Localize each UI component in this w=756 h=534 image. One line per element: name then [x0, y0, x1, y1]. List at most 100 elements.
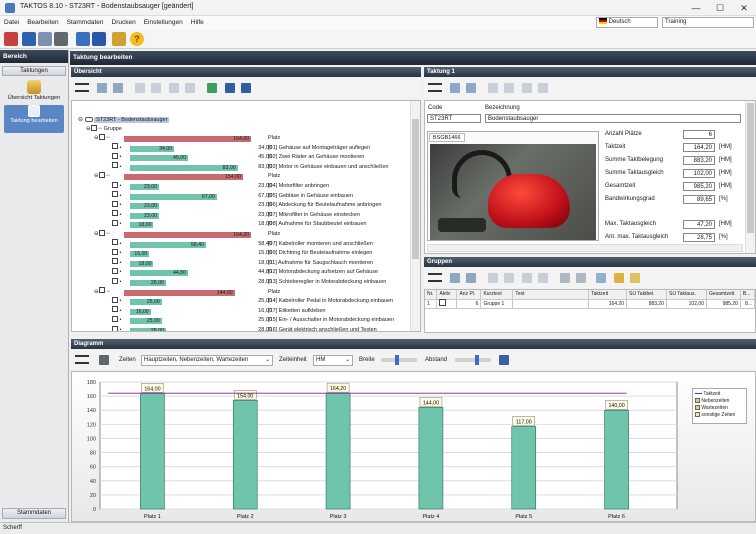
- column-header[interactable]: SU Taktbel.: [626, 290, 667, 300]
- tree-scrollbar[interactable]: [410, 101, 420, 331]
- grid-icon[interactable]: [596, 273, 606, 283]
- new-icon[interactable]: [4, 32, 18, 46]
- outdent-icon[interactable]: [504, 273, 514, 283]
- paste-icon[interactable]: [576, 273, 586, 283]
- table-cell[interactable]: 164,20: [588, 299, 628, 309]
- checkbox[interactable]: [112, 210, 118, 217]
- sidebar-item-edit[interactable]: Taktung bearbeiten: [4, 105, 64, 133]
- column-header[interactable]: Text: [512, 290, 590, 300]
- close-button[interactable]: ✕: [732, 0, 756, 16]
- column-header[interactable]: Gesamtzeit: [706, 290, 741, 300]
- table-icon[interactable]: [614, 273, 624, 283]
- table-cell[interactable]: 8...: [740, 299, 755, 309]
- table-cell[interactable]: 985,20: [706, 299, 741, 309]
- checkbox[interactable]: [112, 296, 118, 303]
- checkbox[interactable]: [98, 229, 105, 236]
- minimize-button[interactable]: —: [684, 0, 708, 16]
- sidebar-item-overview[interactable]: Übersicht Taktungen: [0, 95, 68, 101]
- image-tab[interactable]: BSGB1466: [429, 133, 465, 142]
- checkbox[interactable]: [112, 152, 118, 159]
- move-up-icon[interactable]: [97, 83, 107, 93]
- column-header[interactable]: Taktzeit: [588, 290, 628, 300]
- language-select[interactable]: Deutsch: [596, 17, 658, 28]
- open-icon[interactable]: [38, 32, 52, 46]
- outdent-icon[interactable]: [504, 83, 514, 93]
- checkbox[interactable]: [112, 181, 118, 188]
- zeiteinheit-select[interactable]: HM ⌄: [313, 355, 353, 366]
- checkbox[interactable]: [112, 277, 118, 284]
- details-hscrollbar[interactable]: [427, 244, 743, 252]
- menu-icon[interactable]: [75, 83, 89, 92]
- copy-icon[interactable]: [560, 273, 570, 283]
- column-header[interactable]: Anz Pl.: [456, 290, 482, 300]
- table-cell[interactable]: 102,00: [666, 299, 707, 309]
- checkbox[interactable]: [112, 143, 118, 150]
- columns-icon[interactable]: [630, 273, 640, 283]
- checkbox[interactable]: [112, 315, 118, 322]
- details-vscrollbar[interactable]: [745, 101, 755, 253]
- profile-select[interactable]: Training: [662, 17, 754, 28]
- menu-stammdaten[interactable]: Stammdaten: [63, 16, 108, 29]
- abstand-slider[interactable]: [455, 355, 491, 365]
- checkbox[interactable]: [98, 287, 105, 294]
- checkbox[interactable]: [112, 325, 118, 331]
- menu-icon[interactable]: [428, 273, 442, 282]
- menu-bearbeiten[interactable]: Bearbeiten: [23, 16, 62, 29]
- menu-drucken[interactable]: Drucken: [108, 16, 140, 29]
- move-down-icon[interactable]: [466, 83, 476, 93]
- menu-einstellungen[interactable]: Einstellungen: [140, 16, 187, 29]
- breite-handle[interactable]: [395, 355, 399, 365]
- print-icon[interactable]: [99, 355, 109, 365]
- database-icon[interactable]: [27, 80, 41, 94]
- checkbox[interactable]: [112, 306, 118, 313]
- column-header[interactable]: SU Taktaus.: [666, 290, 707, 300]
- print-icon[interactable]: [54, 32, 68, 46]
- checkbox[interactable]: [112, 191, 118, 198]
- help-icon[interactable]: ?: [130, 32, 144, 46]
- checkbox[interactable]: [98, 171, 105, 178]
- checkbox[interactable]: [112, 239, 118, 246]
- menu-hilfe[interactable]: Hilfe: [187, 16, 208, 29]
- indent-icon[interactable]: [135, 83, 145, 93]
- menu-icon[interactable]: [428, 83, 442, 92]
- sidebar-section[interactable]: Taktungen: [2, 66, 66, 76]
- maximize-button[interactable]: ☐: [708, 0, 732, 16]
- move-up-icon[interactable]: [450, 83, 460, 93]
- scrollbar-thumb[interactable]: [412, 119, 419, 259]
- sidebar-stammdaten[interactable]: Stammdaten: [2, 508, 66, 519]
- list-icon[interactable]: [499, 355, 509, 365]
- checkbox[interactable]: [112, 162, 118, 169]
- save-icon[interactable]: [22, 32, 36, 46]
- checkbox[interactable]: [112, 267, 118, 274]
- table-cell[interactable]: 883,20: [626, 299, 667, 309]
- checkbox[interactable]: [112, 248, 118, 255]
- checkbox[interactable]: [439, 299, 447, 306]
- menu-datei[interactable]: Datei: [0, 16, 23, 29]
- move-down-icon[interactable]: [466, 273, 476, 283]
- checkbox[interactable]: [112, 200, 118, 207]
- remove-icon[interactable]: [538, 83, 548, 93]
- outdent-icon[interactable]: [151, 83, 161, 93]
- indent-icon[interactable]: [488, 273, 498, 283]
- remove-icon[interactable]: [538, 273, 548, 283]
- table-cell[interactable]: [436, 299, 458, 309]
- add-icon[interactable]: [169, 83, 179, 93]
- collapse-icon[interactable]: [241, 83, 251, 93]
- column-header[interactable]: B...: [740, 290, 755, 300]
- table-cell[interactable]: Gruppe 1: [480, 299, 514, 309]
- table-cell[interactable]: 6: [456, 299, 482, 309]
- add-icon[interactable]: [522, 83, 532, 93]
- move-up-icon[interactable]: [450, 273, 460, 283]
- column-header[interactable]: Nr.: [425, 290, 438, 300]
- expand-icon[interactable]: [225, 83, 235, 93]
- remove-icon[interactable]: [185, 83, 195, 93]
- export-icon[interactable]: [92, 32, 106, 46]
- checkbox[interactable]: [112, 258, 118, 265]
- add-icon[interactable]: [522, 273, 532, 283]
- column-header[interactable]: Kurztext: [480, 290, 514, 300]
- checkbox[interactable]: [98, 133, 105, 140]
- breite-slider[interactable]: [381, 355, 417, 365]
- checkbox[interactable]: [90, 124, 97, 131]
- refresh-icon[interactable]: [207, 83, 217, 93]
- scrollbar-thumb[interactable]: [747, 103, 754, 233]
